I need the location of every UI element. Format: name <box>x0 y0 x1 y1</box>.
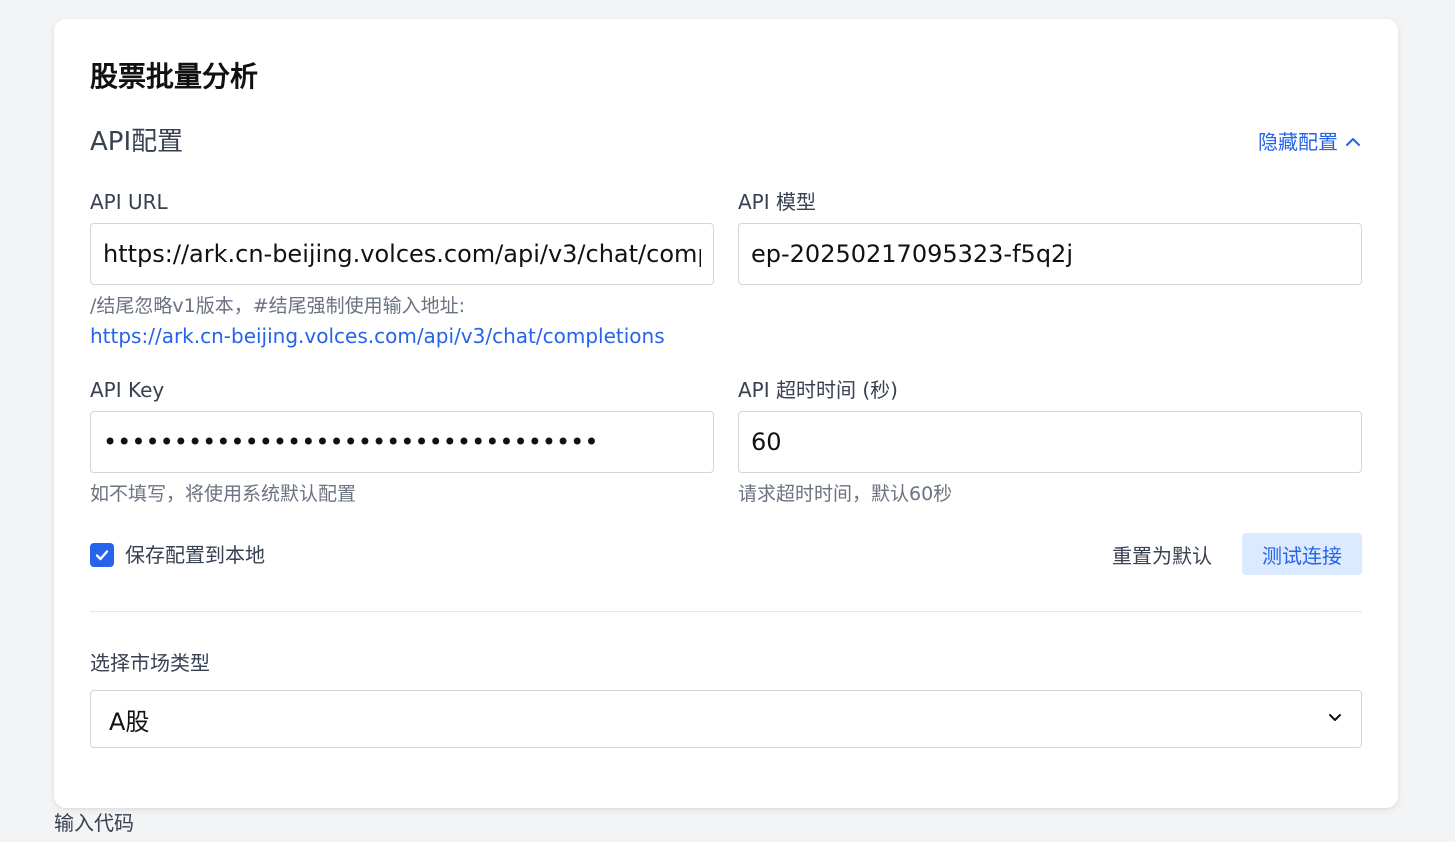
hide-config-label: 隐藏配置 <box>1258 130 1338 154</box>
market-type-label: 选择市场类型 <box>90 651 210 675</box>
api-model-input[interactable] <box>738 223 1362 285</box>
market-type-select[interactable]: A股 <box>90 690 1362 748</box>
market-type-selected: A股 <box>109 707 150 736</box>
hide-config-toggle[interactable]: 隐藏配置 <box>1258 127 1362 157</box>
api-url-hint: /结尾忽略v1版本，#结尾强制使用输入地址: <box>90 295 466 317</box>
divider <box>90 611 1362 612</box>
chevron-up-icon <box>1344 133 1362 151</box>
chevron-down-icon <box>1327 709 1343 729</box>
api-url-hint-link[interactable]: https://ark.cn-beijing.volces.com/api/v3… <box>90 321 665 351</box>
api-key-hint: 如不填写，将使用系统默认配置 <box>90 483 357 505</box>
save-local-label: 保存配置到本地 <box>125 543 265 567</box>
config-card: 股票批量分析 API配置 隐藏配置 API URL /结尾忽略v1版本，#结尾强… <box>54 19 1398 808</box>
reset-default-button[interactable]: 重置为默认 <box>1100 533 1224 575</box>
api-timeout-hint: 请求超时时间，默认60秒 <box>738 483 953 505</box>
api-key-label: API Key <box>90 378 165 402</box>
page-title: 股票批量分析 <box>90 60 259 93</box>
api-timeout-input[interactable] <box>738 411 1362 473</box>
checkmark-icon <box>95 550 109 561</box>
api-url-label: API URL <box>90 190 168 214</box>
code-input-label: 输入代码 <box>54 811 134 835</box>
test-connection-button[interactable]: 测试连接 <box>1242 533 1362 575</box>
save-local-checkbox-wrap[interactable]: 保存配置到本地 <box>90 541 265 569</box>
save-local-checkbox[interactable] <box>90 543 114 567</box>
api-timeout-label: API 超时时间 (秒) <box>738 378 898 402</box>
api-url-input[interactable] <box>90 223 714 285</box>
api-key-input[interactable] <box>90 411 714 473</box>
api-model-label: API 模型 <box>738 190 816 214</box>
section-title-api-config: API配置 <box>90 127 184 157</box>
